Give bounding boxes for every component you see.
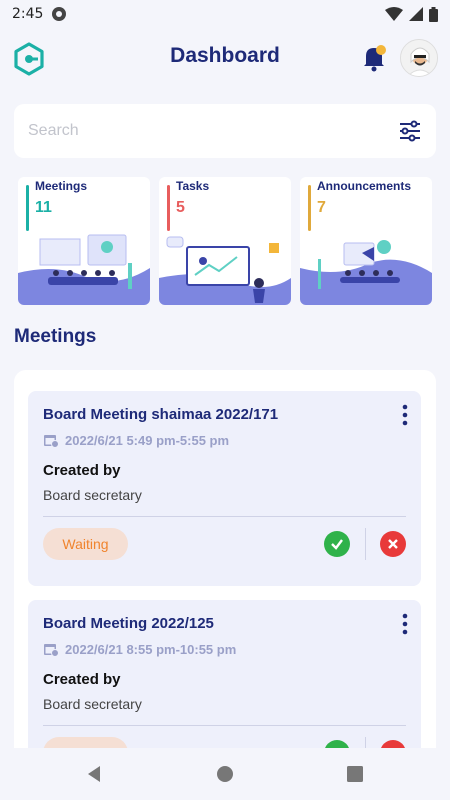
app-notification-icon [52,7,67,21]
stat-card-meetings[interactable]: Meetings 11 [18,177,150,305]
filter-icon[interactable] [398,119,422,143]
created-by-label: Created by [43,462,121,479]
status-time: 2:45 [12,6,44,22]
created-by-value: Board secretary [43,696,142,712]
announcements-illustration-icon [300,240,432,305]
card-divider [43,516,406,517]
meetings-section-title: Meetings [14,326,97,347]
stat-count: 7 [317,199,326,216]
meeting-title: Board Meeting shaimaa 2022/171 [43,406,279,423]
battery-icon [429,6,438,22]
check-icon [331,539,343,550]
action-divider [365,737,366,748]
meeting-card[interactable]: Board Meeting 2022/125 2022/6/21 8:55 pm… [28,600,421,748]
stat-card-tasks[interactable]: Tasks 5 [159,177,291,305]
reject-button[interactable] [380,740,406,748]
meeting-datetime-row: 2022/6/21 5:49 pm-5:55 pm [43,432,229,448]
meeting-card[interactable]: Board Meeting shaimaa 2022/171 2022/6/21… [28,391,421,586]
card-divider [43,725,406,726]
meeting-datetime: 2022/6/21 8:55 pm-10:55 pm [65,641,237,657]
created-by-value: Board secretary [43,487,142,503]
more-options-icon[interactable] [399,612,411,636]
search-bar[interactable] [14,104,436,158]
recents-icon[interactable] [345,764,365,784]
stat-label: Announcements [317,179,412,193]
reject-button[interactable] [380,531,406,557]
notification-bell-icon[interactable] [362,44,388,72]
home-icon[interactable] [215,764,235,784]
meeting-datetime-row: 2022/6/21 8:55 pm-10:55 pm [43,641,236,657]
search-input[interactable] [28,122,398,140]
meeting-title: Board Meeting 2022/125 [43,615,214,632]
approve-button[interactable] [324,740,350,748]
stat-accent-bar [308,185,311,231]
wifi-icon [385,7,403,21]
meetings-list: Board Meeting shaimaa 2022/171 2022/6/21… [14,370,436,748]
calendar-icon [44,435,59,448]
system-nav-bar [0,748,450,800]
stat-card-announcements[interactable]: Announcements 7 [300,177,432,305]
app-header: Dashboard [0,30,450,86]
more-options-icon[interactable] [399,403,411,427]
status-badge: Waiting [43,528,128,560]
meetings-illustration-icon [18,234,150,305]
stat-count: 5 [176,199,185,216]
stat-accent-bar [26,185,29,231]
user-avatar[interactable] [400,39,438,77]
cell-signal-icon [409,7,423,21]
back-icon[interactable] [85,764,105,784]
status-bar: 2:45 [0,0,450,28]
stat-count: 11 [35,199,52,216]
user-avatar-icon [401,40,437,76]
close-icon [388,539,398,549]
status-badge: Waiting [43,737,128,748]
tasks-illustration-icon [159,236,291,305]
stat-accent-bar [167,185,170,231]
stat-label: Tasks [176,179,210,193]
action-divider [365,528,366,560]
calendar-icon [44,644,59,657]
created-by-label: Created by [43,671,121,688]
approve-button[interactable] [324,531,350,557]
meeting-datetime: 2022/6/21 5:49 pm-5:55 pm [65,432,230,448]
stat-label: Meetings [35,179,88,193]
